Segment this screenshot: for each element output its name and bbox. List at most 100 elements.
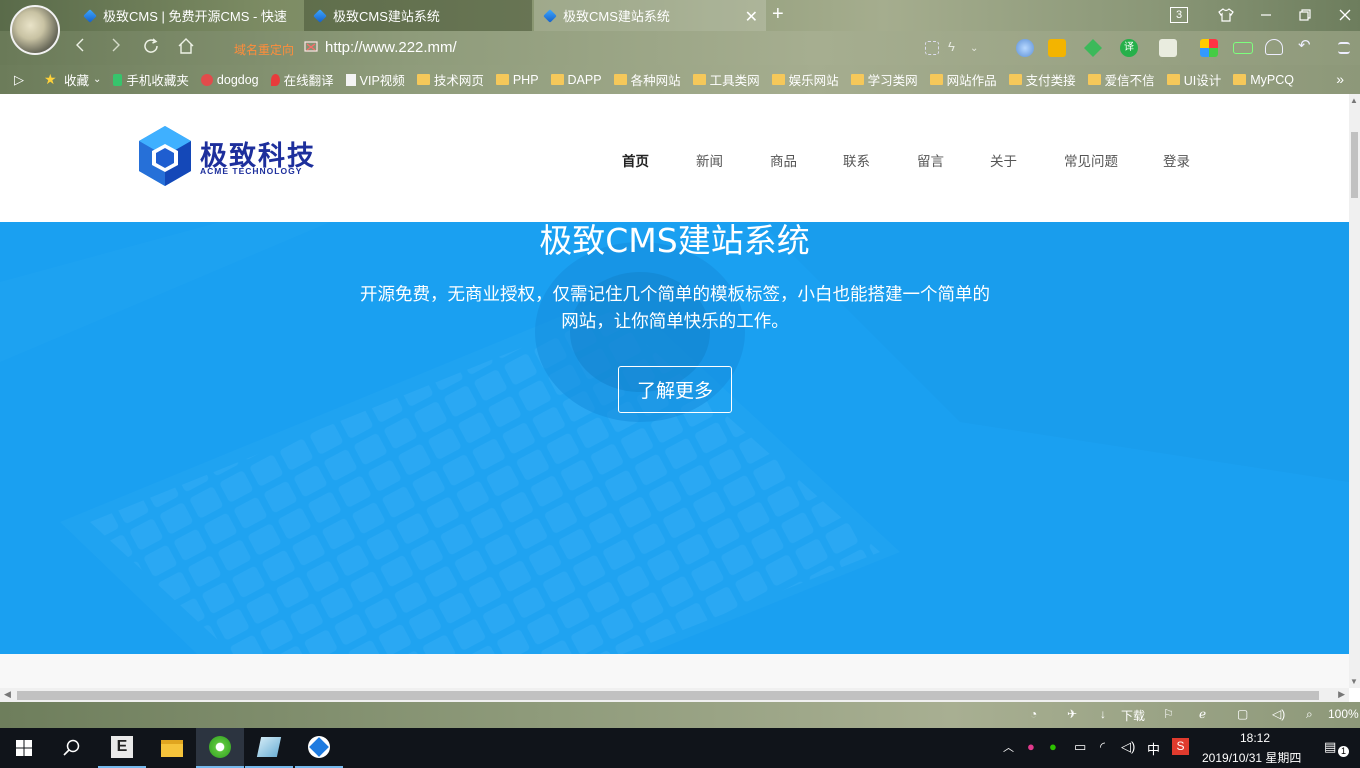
pin-icon[interactable]: ✈ bbox=[1067, 707, 1077, 721]
speedup-icon[interactable]: ◔ bbox=[1030, 707, 1037, 721]
zoom-icon[interactable]: ⌕ bbox=[1306, 707, 1313, 722]
bookmark-folder[interactable]: UI设计 bbox=[1166, 70, 1221, 89]
webstorm-app-icon[interactable] bbox=[295, 728, 343, 768]
battery-tray-icon[interactable]: ▭ bbox=[1074, 739, 1086, 755]
clock-date[interactable]: 2019/10/31 星期四 bbox=[1202, 749, 1301, 766]
shield-extension-icon[interactable] bbox=[1048, 39, 1066, 57]
minimize-button[interactable] bbox=[1251, 5, 1281, 25]
scroll-thumb[interactable] bbox=[1351, 132, 1358, 198]
bookmark-label: 学习类网 bbox=[867, 74, 918, 88]
green-extension-icon[interactable] bbox=[1084, 39, 1102, 57]
chevron-up-icon[interactable]: ︿ bbox=[1003, 739, 1014, 755]
more-bookmarks-button[interactable]: » bbox=[1336, 71, 1344, 87]
volume-icon[interactable]: ◁) bbox=[1272, 707, 1285, 721]
chevron-down-icon[interactable]: ⌄ bbox=[970, 43, 988, 61]
bookmark-folder[interactable]: 技术网页 bbox=[416, 70, 484, 89]
scroll-right-arrow-icon[interactable]: ▶ bbox=[1338, 689, 1345, 700]
download-icon[interactable]: ↓ bbox=[1100, 707, 1106, 721]
flag-icon[interactable]: ⚐ bbox=[1163, 707, 1174, 721]
battery-icon[interactable] bbox=[1233, 42, 1253, 54]
bookmark-folder[interactable]: 网站作品 bbox=[929, 70, 997, 89]
close-window-button[interactable] bbox=[1330, 5, 1360, 25]
lightning-icon[interactable]: ϟ bbox=[948, 39, 966, 57]
notes-app-icon[interactable] bbox=[245, 728, 293, 768]
bookmark-dogdog[interactable]: dogdog bbox=[200, 73, 259, 87]
bookmark-label: MyPCQ bbox=[1250, 72, 1294, 87]
bookmark-folder[interactable]: 工具类网 bbox=[692, 70, 760, 89]
vertical-scrollbar[interactable]: ▲ ▼ bbox=[1349, 94, 1360, 688]
bookmark-folder[interactable]: 支付类接 bbox=[1008, 70, 1076, 89]
tab-3-active[interactable]: 极致CMS建站系统 ✕ bbox=[534, 0, 766, 31]
bookmark-folder[interactable]: MyPCQ bbox=[1233, 73, 1294, 87]
extension-globe-icon[interactable] bbox=[1016, 39, 1034, 57]
home-button[interactable] bbox=[174, 37, 198, 60]
screenshot-icon[interactable]: ▢ bbox=[1237, 707, 1248, 721]
bookmark-folder[interactable]: 学习类网 bbox=[850, 70, 918, 89]
wechat-tray-icon[interactable]: ● bbox=[1049, 739, 1057, 754]
restore-button[interactable] bbox=[1290, 5, 1320, 25]
undo-icon[interactable]: ↶ bbox=[1298, 36, 1316, 54]
new-tab-button[interactable]: + bbox=[772, 3, 784, 26]
user-avatar[interactable] bbox=[10, 5, 60, 55]
close-tab-icon[interactable]: ✕ bbox=[745, 7, 758, 27]
headphones-icon[interactable] bbox=[1265, 39, 1283, 55]
scroll-left-arrow-icon[interactable]: ◀ bbox=[4, 689, 11, 700]
browser-app-icon[interactable] bbox=[196, 728, 244, 768]
gamepad-icon[interactable] bbox=[1159, 39, 1177, 57]
bookmark-folder[interactable]: 娱乐网站 bbox=[771, 70, 839, 89]
refresh-button[interactable] bbox=[139, 37, 163, 60]
bookmark-label: PHP bbox=[512, 72, 539, 87]
download-label[interactable]: 下载 bbox=[1121, 707, 1145, 724]
clock-time[interactable]: 18:12 bbox=[1240, 731, 1270, 745]
bookmark-mobile[interactable]: 手机收藏夹 bbox=[113, 70, 189, 89]
notification-center-icon[interactable]: ▤ bbox=[1324, 739, 1336, 755]
dog-icon bbox=[200, 73, 213, 86]
bookmark-favorites[interactable]: ★ 收藏 ⌄ bbox=[44, 70, 101, 89]
file-explorer-icon[interactable] bbox=[148, 728, 196, 768]
nav-message[interactable]: 留言 bbox=[917, 150, 944, 170]
start-button[interactable] bbox=[0, 728, 48, 768]
horizontal-scrollbar[interactable]: ◀ ▶ bbox=[0, 688, 1349, 702]
url-input[interactable]: http://www.222.mm/ bbox=[325, 39, 457, 56]
nav-news[interactable]: 新闻 bbox=[696, 150, 723, 170]
zoom-level[interactable]: 100% bbox=[1328, 707, 1359, 721]
back-button[interactable] bbox=[68, 37, 92, 58]
bookmark-vip[interactable]: VIP视频 bbox=[345, 70, 405, 89]
learn-more-button[interactable]: 了解更多 bbox=[618, 366, 732, 413]
editor-app-icon[interactable]: E bbox=[98, 728, 146, 768]
qr-code-icon[interactable] bbox=[925, 41, 939, 55]
nav-faq[interactable]: 常见问题 bbox=[1064, 150, 1118, 170]
bookmark-translate[interactable]: 在线翻译 bbox=[270, 70, 334, 89]
scroll-thumb[interactable] bbox=[17, 691, 1319, 700]
tab-2[interactable]: 极致CMS建站系统 bbox=[304, 0, 532, 31]
nav-contact[interactable]: 联系 bbox=[843, 150, 870, 170]
wifi-icon[interactable]: ◜ bbox=[1100, 739, 1105, 755]
speaker-icon[interactable]: ◁) bbox=[1121, 739, 1135, 755]
search-icon[interactable] bbox=[48, 728, 96, 768]
nav-home[interactable]: 首页 bbox=[622, 150, 649, 170]
sidebar-toggle-icon[interactable]: ▷ bbox=[14, 72, 24, 88]
menu-icon[interactable] bbox=[1338, 42, 1350, 54]
scroll-up-arrow-icon[interactable]: ▲ bbox=[1350, 96, 1358, 105]
tab-count-badge[interactable]: 3 bbox=[1170, 7, 1188, 23]
sogou-ime-icon[interactable]: S bbox=[1172, 738, 1189, 755]
skin-icon[interactable] bbox=[1211, 5, 1241, 25]
apps-icon[interactable] bbox=[1200, 39, 1218, 57]
site-logo[interactable]: 极致科技 ACME TECHNOLOGY bbox=[136, 124, 316, 190]
tab-1[interactable]: 极致CMS | 免费开源CMS - 快速 bbox=[78, 0, 300, 31]
bookmark-folder[interactable]: 各种网站 bbox=[613, 70, 681, 89]
bookmark-folder[interactable]: PHP bbox=[495, 72, 539, 87]
nav-products[interactable]: 商品 bbox=[770, 150, 797, 170]
ie-mode-icon[interactable]: ℯ bbox=[1199, 707, 1206, 721]
scroll-down-arrow-icon[interactable]: ▼ bbox=[1350, 677, 1358, 686]
nav-about[interactable]: 关于 bbox=[990, 150, 1017, 170]
ime-indicator[interactable]: 中 bbox=[1147, 739, 1160, 758]
bookmark-folder[interactable]: DAPP bbox=[550, 73, 602, 87]
qq-tray-icon[interactable]: ● bbox=[1027, 739, 1035, 754]
bookmark-folder[interactable]: 爱信不信 bbox=[1087, 70, 1155, 89]
nav-login[interactable]: 登录 bbox=[1163, 150, 1190, 170]
insecure-site-icon[interactable] bbox=[304, 39, 318, 56]
bookmarks-bar: ▷ ★ 收藏 ⌄ 手机收藏夹 dogdog 在线翻译 VIP视频 技术网页 PH… bbox=[0, 65, 1360, 94]
forward-button[interactable] bbox=[104, 37, 128, 58]
translate-icon[interactable]: 译 bbox=[1120, 39, 1138, 57]
